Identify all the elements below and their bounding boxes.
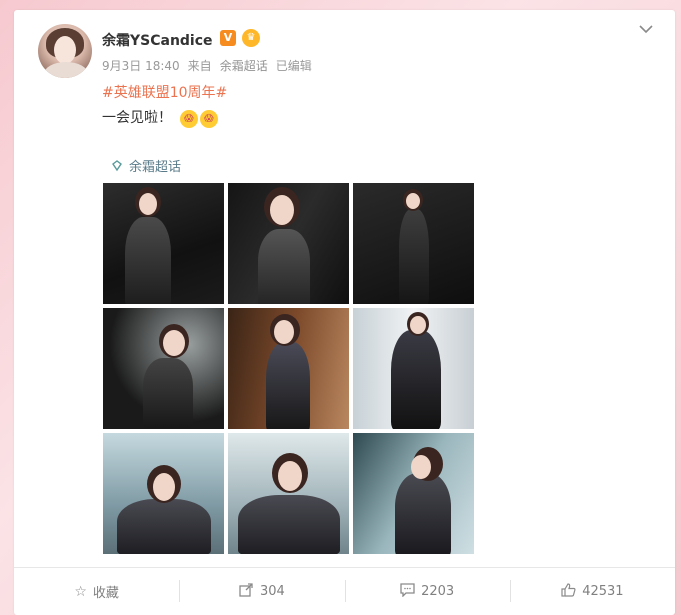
super-topic-label: 余霜超话 xyxy=(129,160,182,175)
verified-badge: V xyxy=(220,30,236,46)
photo-6[interactable] xyxy=(353,308,474,429)
like-button[interactable]: 42531 xyxy=(509,568,675,615)
crown-emoji-icon: ♛ xyxy=(242,29,260,47)
photo-3[interactable] xyxy=(353,183,474,304)
scream-emoji-icon: 😱 xyxy=(200,110,218,128)
photo-9[interactable] xyxy=(353,433,474,554)
avatar[interactable] xyxy=(38,24,92,78)
post-source[interactable]: 余霜超话 xyxy=(220,59,268,73)
collect-button[interactable]: ☆ 收藏 xyxy=(14,568,179,615)
edited-label[interactable]: 已编辑 xyxy=(276,59,312,73)
repost-button[interactable]: 304 xyxy=(179,568,344,615)
photo-8[interactable] xyxy=(228,433,349,554)
photo-2[interactable] xyxy=(228,183,349,304)
super-topic-link[interactable]: 余霜超话 xyxy=(111,156,181,175)
scream-emoji-icon: 😱 xyxy=(180,110,198,128)
comment-icon xyxy=(400,582,415,601)
emoji-group: 😱 😱 xyxy=(180,106,220,128)
author-name[interactable]: 余霜YSCandice xyxy=(102,30,213,50)
star-icon: ☆ xyxy=(74,583,87,600)
action-bar: ☆ 收藏 304 2203 42531 xyxy=(14,567,675,615)
photo-1[interactable] xyxy=(103,183,224,304)
source-prefix: 来自 xyxy=(187,59,212,73)
comment-count: 2203 xyxy=(421,584,455,599)
diamond-icon xyxy=(112,160,122,172)
post-time[interactable]: 9月3日 18:40 xyxy=(102,59,180,73)
repost-count: 304 xyxy=(259,584,285,599)
photo-grid xyxy=(103,183,474,555)
topic-hashtag[interactable]: #英雄联盟10周年# xyxy=(102,82,227,102)
thumbs-up-icon xyxy=(561,582,576,601)
comment-button[interactable]: 2203 xyxy=(344,568,510,615)
post-meta: 9月3日 18:40 来自 余霜超话 已编辑 xyxy=(102,57,320,74)
chevron-down-icon[interactable] xyxy=(639,22,653,38)
photo-4[interactable] xyxy=(103,308,224,429)
collect-label: 收藏 xyxy=(92,586,119,601)
photo-7[interactable] xyxy=(103,433,224,554)
post-card: 余霜YSCandice V ♛ 9月3日 18:40 来自 余霜超话 已编辑 #英雄联… xyxy=(14,10,675,615)
photo-5[interactable] xyxy=(228,308,349,429)
share-icon xyxy=(239,582,254,601)
like-count: 42531 xyxy=(582,584,624,599)
post-text: 一会见啦！ xyxy=(102,110,172,126)
